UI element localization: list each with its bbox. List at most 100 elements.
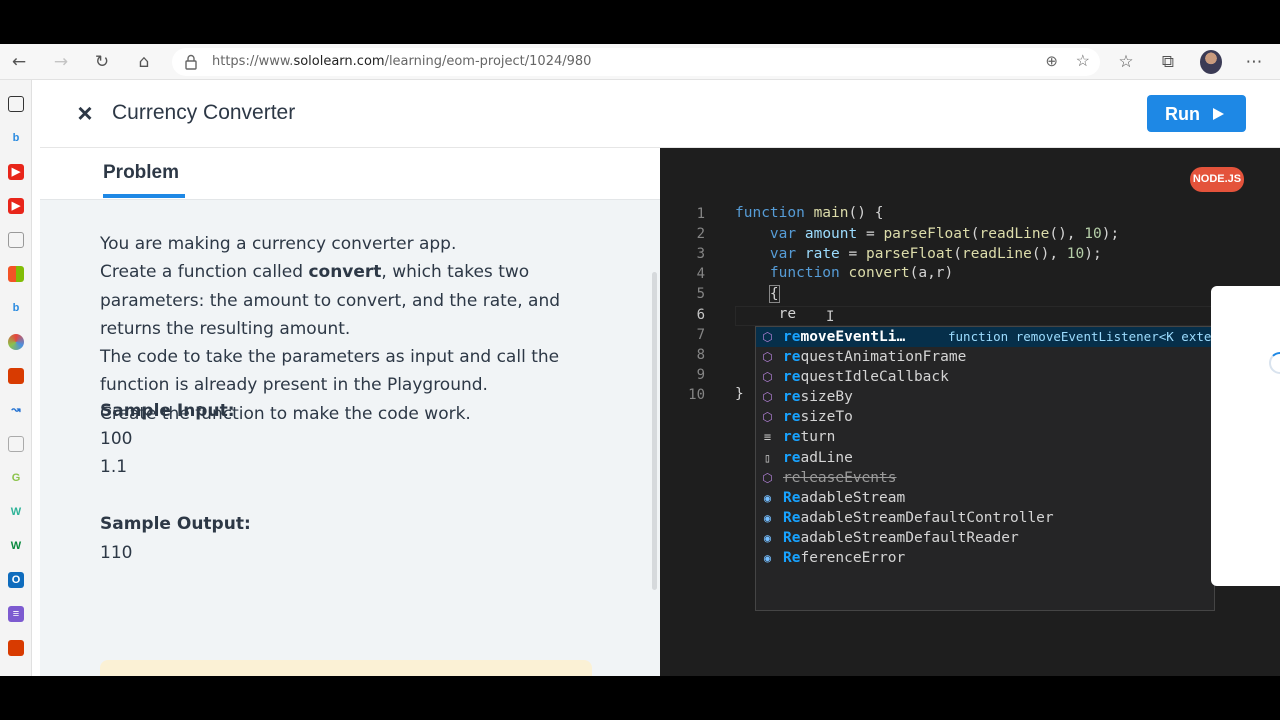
hint-box	[100, 660, 592, 676]
suggestion-item[interactable]: ⬡ removeEventLi… function removeEventListe…	[756, 327, 1214, 348]
forward-icon[interactable]: →	[48, 50, 74, 74]
more-icon[interactable]: ⋯	[1241, 50, 1267, 74]
suggestion-match: Re	[783, 489, 801, 506]
forms-icon[interactable]: ≡	[8, 606, 24, 622]
url-text[interactable]: https://www.sololearn.com/learning/eom-p…	[212, 54, 591, 69]
method-icon: ⬡	[762, 470, 773, 485]
favorites-icon[interactable]: ☆	[1113, 50, 1139, 74]
method-icon: ⬡	[762, 330, 773, 344]
language-badge: NODE.JS	[1190, 167, 1244, 192]
suggestion-label: requestIdleCallback	[783, 367, 949, 387]
bing-icon[interactable]: b	[8, 300, 24, 316]
sample-input-value: 100	[100, 429, 133, 449]
suggestion-match: re	[783, 329, 801, 345]
suggestion-match: Re	[783, 509, 801, 526]
suggestion-item[interactable]: ⬡ requestAnimationFrame	[756, 347, 1214, 367]
method-icon: ⬡	[762, 350, 773, 365]
zoom-icon[interactable]: ⊕	[1045, 52, 1058, 70]
collections-icon[interactable]: ⧉	[1155, 50, 1181, 74]
suggestion-item[interactable]: ⬡ requestIdleCallback	[756, 367, 1214, 387]
description-line: parameters: the amount to convert, and t…	[100, 290, 561, 311]
office-icon[interactable]	[8, 368, 24, 384]
sample-input-label: Sample Input:	[100, 401, 235, 421]
address-bar[interactable]: https://www.sololearn.com/learning/eom-p…	[172, 48, 1100, 76]
line-number: 4	[696, 266, 705, 282]
browser-sidebar: b ▶ ▶ b ↝ G W W O ≡	[0, 80, 32, 676]
suggestion-item[interactable]: ◉ ReferenceError	[756, 548, 1214, 568]
suggestion-rest: sizeBy	[800, 389, 853, 406]
var-icon: ◉	[763, 530, 772, 545]
youtube-icon[interactable]: ▶	[8, 198, 24, 214]
run-button[interactable]: Run	[1147, 95, 1246, 132]
profile-avatar[interactable]	[1200, 50, 1222, 74]
suggestion-rest: questIdleCallback	[800, 369, 949, 386]
tabs-icon[interactable]	[8, 96, 24, 112]
suggestion-item[interactable]: ≡ return	[756, 427, 1214, 447]
youtube-icon[interactable]: ▶	[8, 164, 24, 180]
code-editor[interactable]: NODE.JS 1 2 3 4 5 6 7 8 9 10 function ma…	[660, 148, 1280, 676]
back-icon[interactable]: ←	[6, 50, 32, 74]
play-icon	[1213, 108, 1224, 120]
app-header: × Currency Converter Run	[40, 80, 1280, 148]
method-icon: ⬡	[762, 410, 773, 425]
calendar-icon[interactable]	[8, 232, 24, 248]
code-line[interactable]: var rate = parseFloat(readLine(), 10);	[735, 246, 1102, 262]
bing-icon[interactable]: b	[8, 130, 24, 146]
suggestion-label: resizeTo	[783, 407, 853, 427]
refresh-icon[interactable]: ↻	[89, 50, 115, 74]
code-line-active[interactable]: re	[735, 306, 796, 322]
problem-description: You are making a currency converter app.…	[100, 230, 600, 428]
home-icon[interactable]: ⌂	[131, 50, 157, 74]
line-number: 2	[696, 226, 705, 242]
code-line[interactable]: }	[735, 386, 744, 402]
suggestion-item[interactable]: ⬡ resizeTo	[756, 407, 1214, 427]
teams-icon[interactable]: ↝	[8, 402, 24, 418]
suggestion-rest: ferenceError	[800, 550, 906, 567]
line-number: 5	[696, 286, 705, 302]
lock-icon[interactable]	[182, 53, 200, 71]
line-number: 9	[696, 367, 705, 383]
suggestion-match: re	[783, 409, 801, 426]
suggestion-match: re	[783, 349, 801, 366]
sololearn-icon[interactable]	[8, 334, 24, 350]
suggestion-label: ReadableStream	[783, 488, 905, 508]
windows-icon[interactable]	[8, 266, 24, 282]
autocomplete-dropdown[interactable]: ⬡ removeEventLi… function removeEventListe…	[755, 326, 1215, 611]
sample-output-label: Sample Output:	[100, 514, 251, 534]
problem-pane: Problem You are making a currency conver…	[40, 148, 660, 676]
suggestion-label: return	[783, 427, 835, 447]
line-number-active: 6	[696, 307, 705, 323]
browser-window: ← → ↻ ⌂ https://www.sololearn.com/learni…	[0, 44, 1280, 676]
code-line[interactable]: function convert(a,r)	[735, 265, 953, 281]
suggestion-item[interactable]: ◉ ReadableStreamDefaultReader	[756, 528, 1214, 548]
suggestion-item[interactable]: ▯ readLine	[756, 448, 1214, 468]
suggestion-label: requestAnimationFrame	[783, 347, 966, 367]
wix-icon[interactable]: W	[8, 538, 24, 554]
line-number: 10	[688, 387, 705, 403]
google-icon[interactable]: G	[8, 470, 24, 486]
suggestion-label: ReadableStreamDefaultReader	[783, 528, 1019, 548]
method-icon: ⬡	[762, 390, 773, 405]
code-line[interactable]: var amount = parseFloat(readLine(), 10);	[735, 226, 1119, 242]
line-number: 8	[696, 347, 705, 363]
suggestion-item[interactable]: ◉ ReadableStreamDefaultController	[756, 508, 1214, 528]
document-icon[interactable]	[8, 436, 24, 452]
wordpress-icon[interactable]: W	[8, 504, 24, 520]
suggestion-item[interactable]: ⬡ releaseEvents	[756, 468, 1214, 488]
suggestion-item[interactable]: ⬡ resizeBy	[756, 387, 1214, 407]
star-add-icon[interactable]: ☆	[1076, 51, 1090, 71]
office-icon[interactable]	[8, 640, 24, 656]
close-icon[interactable]: ×	[74, 100, 96, 126]
suggestion-match: re	[783, 449, 801, 466]
suggestion-rest: turn	[800, 429, 836, 446]
sample-input-value: 1.1	[100, 457, 128, 477]
suggestion-label: resizeBy	[783, 387, 853, 407]
suggestion-rest: adableStreamDefaultReader	[800, 529, 1019, 546]
outlook-icon[interactable]: O	[8, 572, 24, 588]
scrollbar[interactable]	[652, 272, 657, 590]
suggestion-item[interactable]: ◉ ReadableStream	[756, 488, 1214, 508]
code-line[interactable]: function main() {	[735, 205, 883, 221]
tab-problem[interactable]: Problem	[103, 162, 179, 184]
code-line[interactable]: {	[735, 285, 780, 303]
loading-spinner-icon	[1269, 352, 1280, 374]
